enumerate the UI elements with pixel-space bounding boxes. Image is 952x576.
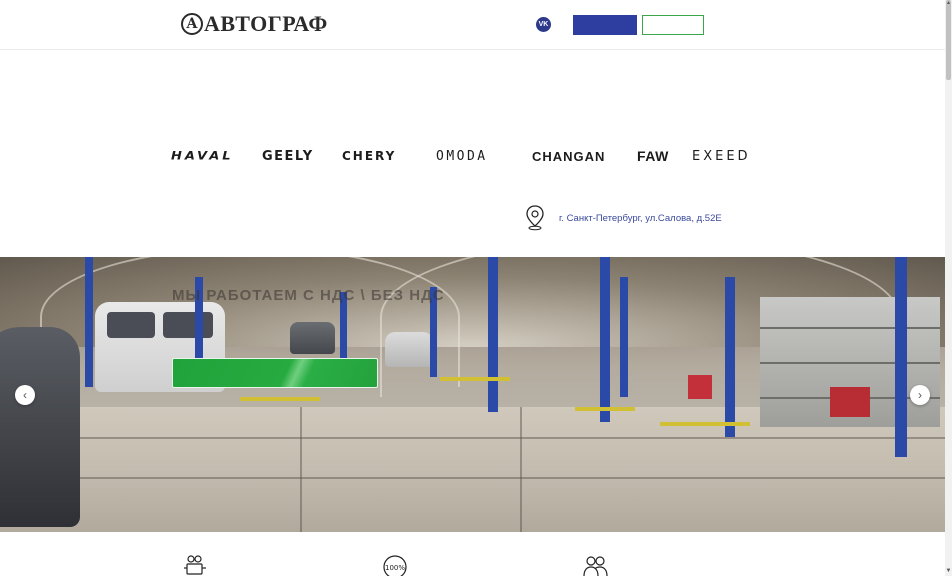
lift-arm (660, 422, 750, 426)
header-primary-button[interactable] (573, 15, 637, 35)
car (0, 327, 80, 527)
scroll-down-arrow-icon[interactable]: ▼ (945, 568, 952, 576)
van-window (163, 312, 213, 338)
percent-100-label: 100% (385, 564, 405, 572)
hero-cta-button[interactable] (172, 358, 378, 388)
scroll-up-arrow-icon[interactable]: ▲ (946, 0, 951, 6)
shelf-line (760, 362, 940, 364)
chevron-left-icon: ‹ (23, 388, 27, 402)
brand-omoda[interactable]: OMODA (436, 140, 488, 172)
floor-line (0, 437, 945, 439)
lift-post (725, 277, 735, 437)
page: А АВТОГРАФ VK HAVAL GEELY CHERY OMODA CH… (0, 0, 945, 576)
brand-haval[interactable]: HAVAL (171, 142, 234, 171)
slider-prev-button[interactable]: ‹ (15, 385, 35, 405)
floor-line (300, 407, 302, 532)
brand-logos: HAVAL GEELY CHERY OMODA CHANGAN FAW EXEE… (0, 140, 945, 172)
lift-arm (440, 377, 510, 381)
brand-faw[interactable]: FAW (637, 140, 669, 172)
hero-title: МЫ РАБОТАЕМ С НДС \ БЕЗ НДС (172, 287, 445, 304)
vk-icon[interactable]: VK (536, 17, 551, 32)
slider-next-button[interactable]: › (910, 385, 930, 405)
brand-exeed[interactable]: EXEED (692, 140, 751, 172)
brand-geely[interactable]: GEELY (262, 140, 314, 172)
car (385, 332, 433, 367)
percent-100-icon: 100% (383, 555, 407, 576)
lift-arm (240, 397, 320, 401)
brand-changan[interactable]: CHANGAN (532, 140, 605, 172)
lift-post (620, 277, 628, 397)
car (290, 322, 335, 354)
hero-slider: МЫ РАБОТАЕМ С НДС \ БЕЗ НДС ‹ › (0, 257, 945, 532)
logo-mark: А (181, 13, 203, 35)
logo-text: АВТОГРАФ (204, 11, 328, 36)
lift-post (85, 257, 93, 387)
address-text[interactable]: г. Санкт-Петербург, ул.Салова, д.52Е (559, 213, 722, 224)
site-header: А АВТОГРАФ VK (0, 0, 945, 50)
scrollbar-thumb[interactable] (946, 0, 951, 80)
tool-cart (688, 375, 712, 399)
lift-post (488, 257, 498, 412)
van-window (107, 312, 155, 338)
chevron-right-icon: › (918, 388, 922, 402)
engine-icon (184, 555, 206, 575)
floor-line (520, 407, 522, 532)
header-outline-button[interactable] (642, 15, 704, 35)
lift-post (600, 257, 610, 422)
tool-cart (830, 387, 870, 417)
logo[interactable]: А АВТОГРАФ (181, 11, 328, 36)
people-icon (583, 556, 608, 576)
lift-arm (575, 407, 635, 411)
scrollbar[interactable] (945, 0, 952, 576)
brand-chery[interactable]: CHERY (342, 140, 396, 172)
shelf-line (760, 327, 940, 329)
location-pin-icon (526, 205, 544, 231)
floor-line (0, 477, 945, 479)
lift-post (895, 257, 907, 457)
